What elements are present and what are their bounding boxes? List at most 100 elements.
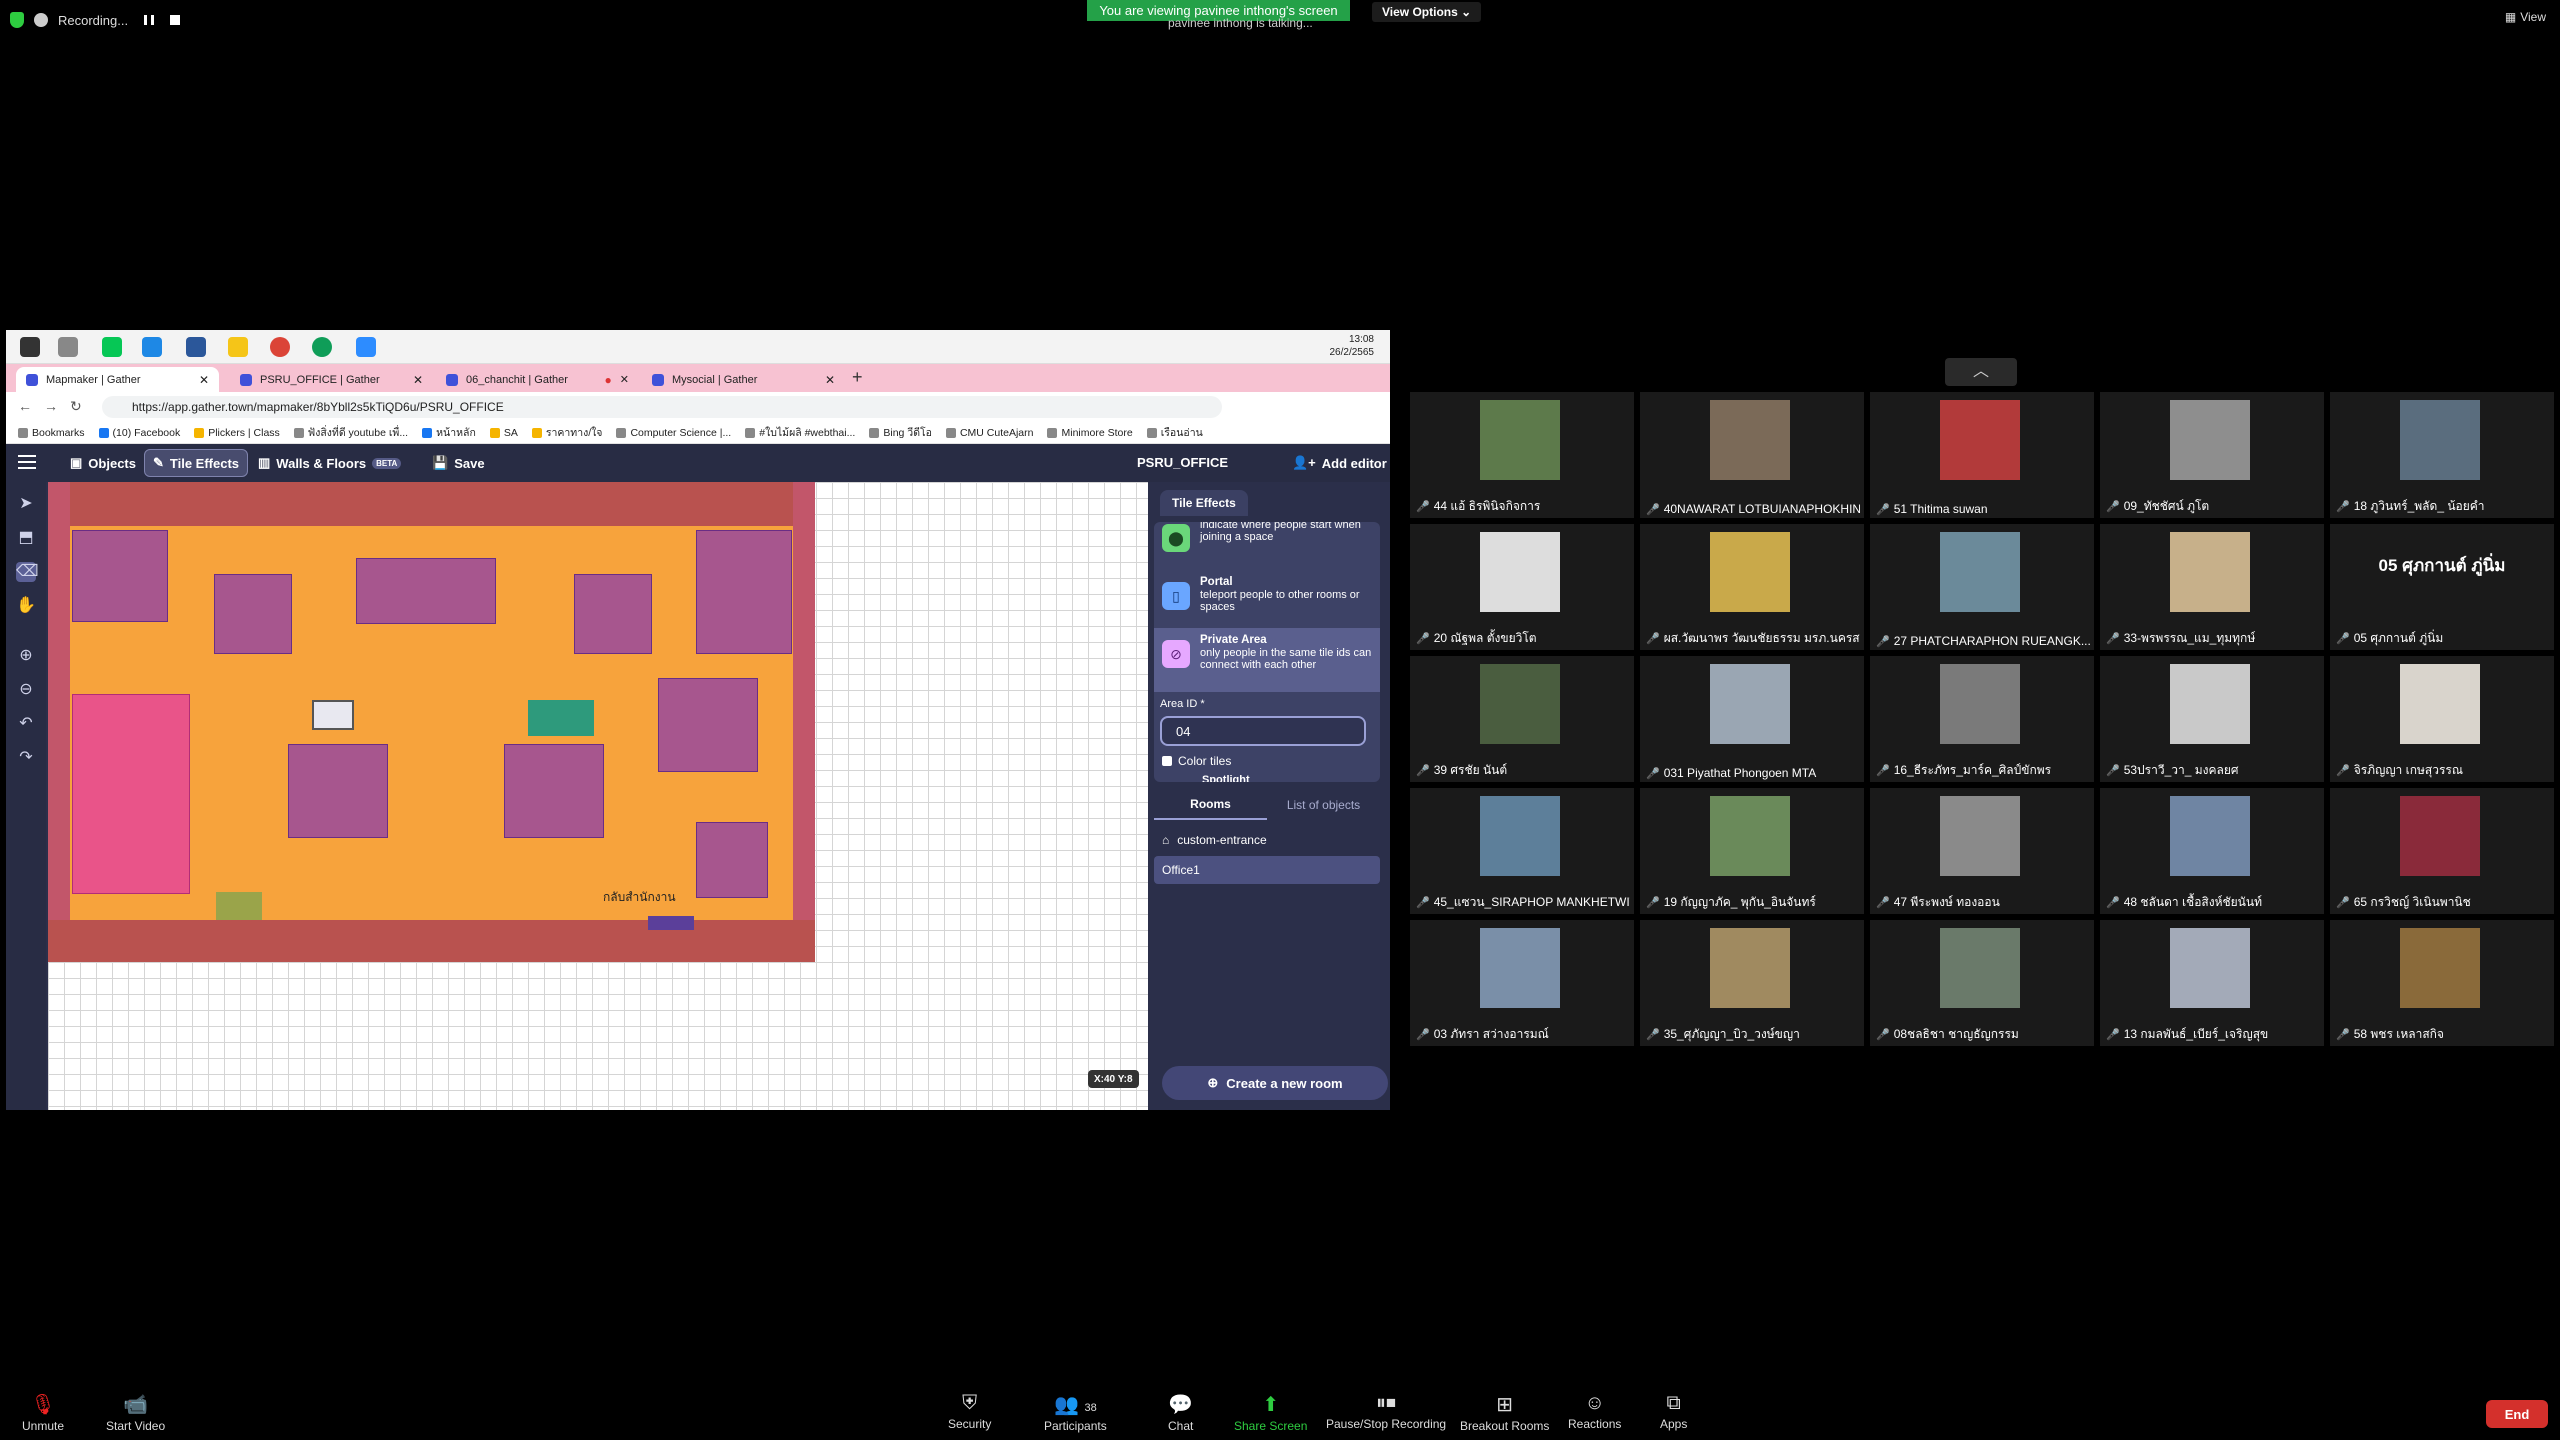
participant-tile[interactable]: 09_ทัชชัศน์ ภูโต [2100, 392, 2324, 518]
bookmark-item[interactable]: Bookmarks [18, 427, 85, 439]
effect-spawn[interactable]: ⬤ indicate where people start when joini… [1154, 522, 1380, 568]
bookmark-item[interactable]: ฟังสิ่งที่ดี youtube เพื่... [293, 424, 408, 441]
zoom-out-icon[interactable]: ⊖ [16, 680, 36, 700]
bookmark-item[interactable]: Plickers | Class [194, 427, 280, 439]
undo-icon[interactable]: ↶ [16, 714, 36, 734]
tab-rooms[interactable]: Rooms [1154, 790, 1267, 820]
close-icon[interactable]: ✕ [620, 373, 629, 386]
participant-tile[interactable]: 53ปราวี_วา_ มงคลยศ [2100, 656, 2324, 782]
close-icon[interactable]: ✕ [825, 373, 835, 387]
reactions-button[interactable]: ☺ Reactions [1568, 1392, 1621, 1431]
gallery-prev-page-icon[interactable]: ︿ [1945, 358, 2017, 386]
hand-tool-icon[interactable]: ✋ [16, 596, 36, 616]
participant-tile[interactable]: 20 ณัฐพล ตั้งขยวิโต [1410, 524, 1634, 650]
windows-start-icon[interactable] [20, 337, 40, 357]
room-item[interactable]: Office1 [1154, 856, 1380, 884]
close-icon[interactable]: ✕ [199, 373, 209, 387]
zoom-app-icon[interactable] [356, 337, 376, 357]
bookmark-item[interactable]: Bing วีดีโอ [869, 424, 932, 441]
participant-tile[interactable]: 51 Thitima suwan [1870, 392, 2094, 518]
bookmark-item[interactable]: #ใบไม้ผลิ #webthai... [745, 424, 855, 441]
participant-tile[interactable]: 19 กัญญาภัค_ พุกัน_อินจันทร์ [1640, 788, 1864, 914]
map-canvas[interactable]: กลับสำนักงาน X:40 Y:8 [48, 482, 1148, 1110]
participant-tile[interactable]: 03 ภัทรา สว่างอารมณ์ [1410, 920, 1634, 1046]
end-meeting-button[interactable]: End [2486, 1400, 2548, 1428]
word-icon[interactable] [186, 337, 206, 357]
eraser-tool-icon[interactable]: ⌫ [16, 562, 39, 582]
participant-tile[interactable]: 35_ศุภัญญา_บิว_วงษ์ขญา [1640, 920, 1864, 1046]
checkbox-icon[interactable] [1162, 756, 1172, 766]
walls-floors-button[interactable]: ▥ Walls & Floors BETA [250, 449, 409, 477]
new-tab-icon[interactable]: + [852, 367, 863, 388]
bookmark-item[interactable]: หน้าหลัก [422, 424, 476, 441]
view-options-button[interactable]: View Options ⌄ [1372, 2, 1482, 22]
file-explorer-icon[interactable] [228, 337, 248, 357]
breakout-rooms-button[interactable]: ⊞ Breakout Rooms [1460, 1392, 1549, 1433]
participant-tile[interactable]: 58 พชร เหลาสกิจ [2330, 920, 2554, 1046]
bookmark-item[interactable]: SA [489, 427, 518, 439]
participant-tile[interactable]: 18 ภูวินทร์_พลัด_ น้อยคำ [2330, 392, 2554, 518]
start-video-button[interactable]: 📹 Start Video [106, 1392, 165, 1433]
redo-icon[interactable]: ↷ [16, 748, 36, 768]
participant-tile[interactable]: จิรภิญญา เกษสุวรรณ [2330, 656, 2554, 782]
bookmark-item[interactable]: ราคาทาง/ใจ [531, 424, 602, 441]
participant-tile[interactable]: 45_แซวน_SIRAPHOP MANKHETWIT [1410, 788, 1634, 914]
bookmark-item[interactable]: (10) Facebook [98, 427, 180, 439]
effect-spotlight[interactable]: Spotlight [1202, 774, 1250, 782]
chat-button[interactable]: 💬 Chat [1168, 1392, 1193, 1433]
participant-tile[interactable]: 48 ชลันดา เชื้อสิงห์ชัยนันท์ [2100, 788, 2324, 914]
line-app-icon[interactable] [102, 337, 122, 357]
add-editor-button[interactable]: 👤+ Add editor [1292, 449, 1387, 477]
tab-tile-effects[interactable]: Tile Effects [1160, 490, 1248, 516]
menu-icon[interactable] [18, 455, 36, 469]
color-tiles-checkbox[interactable]: Color tiles [1162, 754, 1231, 768]
participant-tile[interactable]: 33-พรพรรณ_แม_ทุมทุกษ์ [2100, 524, 2324, 650]
address-bar[interactable]: https://app.gather.town/mapmaker/8bYbll2… [102, 396, 1222, 418]
unmute-button[interactable]: 🎙 Unmute [22, 1392, 64, 1433]
nav-arrows-icon[interactable]: ←→↻ [18, 398, 94, 415]
participant-tile[interactable]: 65 กรวิชญ์ วิเนินพานิช [2330, 788, 2554, 914]
apps-button[interactable]: ⧉ Apps [1660, 1392, 1687, 1431]
pause-recording-button[interactable]: ⏸⏹ Pause/Stop Recording [1326, 1392, 1446, 1431]
select-tool-icon[interactable]: ➤ [16, 494, 36, 514]
participant-tile[interactable]: 44 แอ้ ธิรพินิจกิจการ [1410, 392, 1634, 518]
save-button[interactable]: 💾 Save [424, 449, 493, 477]
participant-tile[interactable]: ผส.วัฒนาพร วัฒนชัยธรรม มรภ.นครส... [1640, 524, 1864, 650]
room-item[interactable]: ⌂ custom-entrance [1154, 826, 1380, 854]
bookmark-item[interactable]: Minimore Store [1047, 427, 1133, 439]
participant-tile[interactable]: 27 PHATCHARAPHON RUEANGK... [1870, 524, 2094, 650]
participant-tile[interactable]: 08ชลธิชา ชาญธัญกรรม [1870, 920, 2094, 1046]
browser-tab[interactable]: Mapmaker | Gather ✕ [16, 367, 219, 392]
browser-tab[interactable]: Mysocial | Gather ✕ [642, 367, 845, 392]
share-screen-button[interactable]: ⬆ Share Screen [1234, 1392, 1307, 1433]
browser-tab[interactable]: PSRU_OFFICE | Gather ✕ [230, 367, 433, 392]
bookmark-item[interactable]: เรือนอ่าน [1146, 424, 1203, 441]
tile-effects-button[interactable]: ✎ Tile Effects [144, 449, 249, 477]
task-view-icon[interactable] [58, 337, 78, 357]
participant-tile[interactable]: 40NAWARAT LOTBUIANAPHOKHIN [1640, 392, 1864, 518]
objects-button[interactable]: ▣ Objects [62, 449, 144, 477]
participants-button[interactable]: 👥 38 Participants [1044, 1392, 1107, 1433]
pause-recording-icon[interactable] [144, 15, 155, 25]
tab-list-of-objects[interactable]: List of objects [1267, 790, 1380, 820]
browser-tab[interactable]: 06_chanchit | Gather ● ✕ [436, 367, 639, 392]
area-id-input[interactable] [1160, 716, 1366, 746]
edge-icon[interactable] [142, 337, 162, 357]
participant-tile[interactable]: 13 กมลพันธ์_เบียร์_เจริญสุข [2100, 920, 2324, 1046]
participant-tile[interactable]: 39 ศรชัย นันต์ [1410, 656, 1634, 782]
participant-tile[interactable]: 16_ธีระภัทร_มาร์ค_ศิลป์ขักพร [1870, 656, 2094, 782]
create-room-button[interactable]: ⊕ Create a new room [1162, 1066, 1388, 1100]
participant-tile[interactable]: 05 ศุภกานต์ ภู่นิ่ม 05 ศุภกานต์ ภู่นิ่ม [2330, 524, 2554, 650]
bookmark-item[interactable]: Computer Science |... [616, 427, 731, 439]
chrome-icon[interactable] [270, 337, 290, 357]
effect-portal[interactable]: ▯ Portal teleport people to other rooms … [1154, 570, 1380, 626]
chrome-profile-icon[interactable] [312, 337, 332, 357]
bookmark-item[interactable]: CMU CuteAjarn [945, 427, 1033, 439]
effect-private-area[interactable]: ⊘ Private Area only people in the same t… [1154, 628, 1380, 692]
stop-recording-icon[interactable] [170, 15, 181, 25]
view-button[interactable]: ▦ View [2505, 10, 2546, 24]
participant-tile[interactable]: 47 พีระพงษ์ ทองออน [1870, 788, 2094, 914]
participant-tile[interactable]: 031 Piyathat Phongoen MTA [1640, 656, 1864, 782]
stamp-tool-icon[interactable]: ⬒ [16, 528, 36, 548]
close-icon[interactable]: ✕ [413, 373, 423, 387]
